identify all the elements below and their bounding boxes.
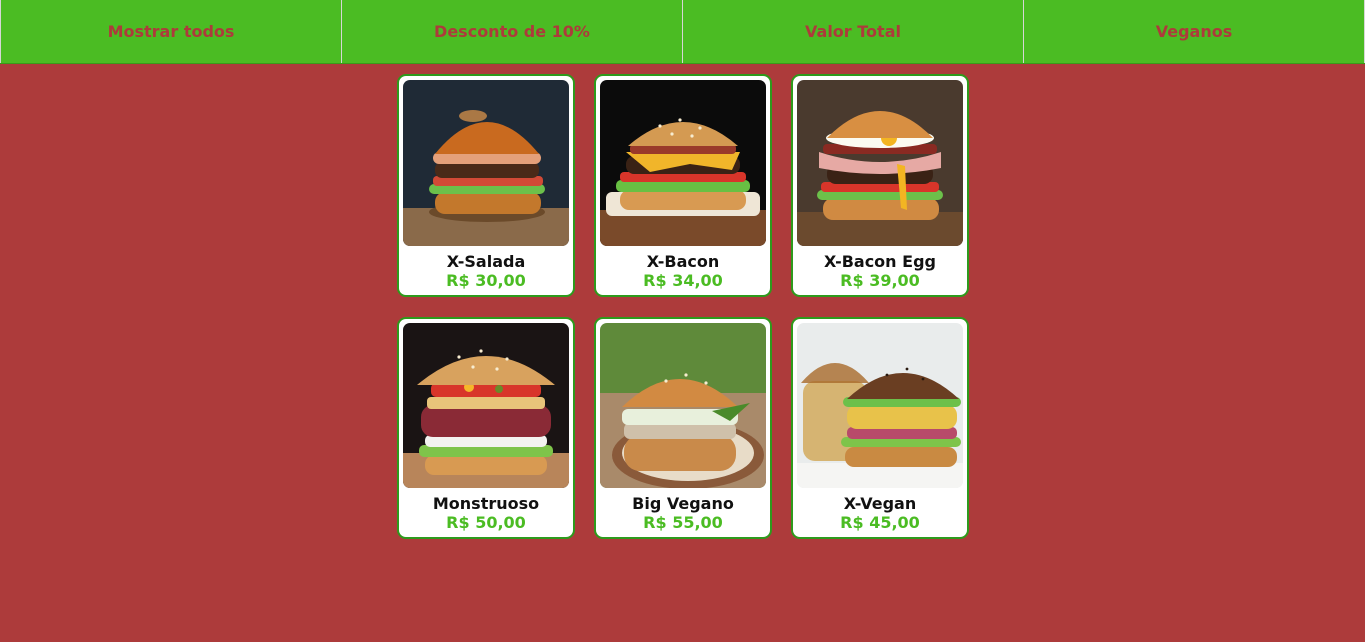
product-card[interactable]: Monstruoso R$ 50,00 bbox=[397, 317, 575, 539]
product-grid: X-Salada R$ 30,00 X-Bacon R$ 34,00 X-Bac… bbox=[397, 74, 969, 539]
discount-10-button[interactable]: Desconto de 10% bbox=[342, 0, 683, 63]
total-value-button[interactable]: Valor Total bbox=[683, 0, 1024, 63]
burger-bacon-egg-image bbox=[797, 80, 963, 246]
product-price: R$ 55,00 bbox=[643, 513, 723, 532]
product-name: X-Bacon bbox=[646, 252, 720, 271]
product-name: X-Salada bbox=[446, 252, 526, 271]
vegan-filter-button[interactable]: Veganos bbox=[1024, 0, 1365, 63]
burger-monster-image bbox=[403, 323, 569, 488]
burger-vegan-big-image bbox=[600, 323, 766, 488]
product-name: X-Vegan bbox=[843, 494, 917, 513]
product-card[interactable]: X-Vegan R$ 45,00 bbox=[791, 317, 969, 539]
product-card[interactable]: X-Salada R$ 30,00 bbox=[397, 74, 575, 297]
product-price: R$ 45,00 bbox=[840, 513, 920, 532]
show-all-button[interactable]: Mostrar todos bbox=[0, 0, 342, 63]
product-name: X-Bacon Egg bbox=[824, 252, 936, 271]
product-price: R$ 34,00 bbox=[643, 271, 723, 290]
product-name: Big Vegano bbox=[632, 494, 734, 513]
burger-salad-image bbox=[403, 80, 569, 246]
product-price: R$ 30,00 bbox=[446, 271, 526, 290]
product-price: R$ 39,00 bbox=[840, 271, 920, 290]
filter-nav: Mostrar todos Desconto de 10% Valor Tota… bbox=[0, 0, 1365, 64]
product-price: R$ 50,00 bbox=[446, 513, 526, 532]
burger-bacon-image bbox=[600, 80, 766, 246]
product-card[interactable]: Big Vegano R$ 55,00 bbox=[594, 317, 772, 539]
product-card[interactable]: X-Bacon Egg R$ 39,00 bbox=[791, 74, 969, 297]
burger-vegan-image bbox=[797, 323, 963, 488]
product-card[interactable]: X-Bacon R$ 34,00 bbox=[594, 74, 772, 297]
product-name: Monstruoso bbox=[432, 494, 540, 513]
